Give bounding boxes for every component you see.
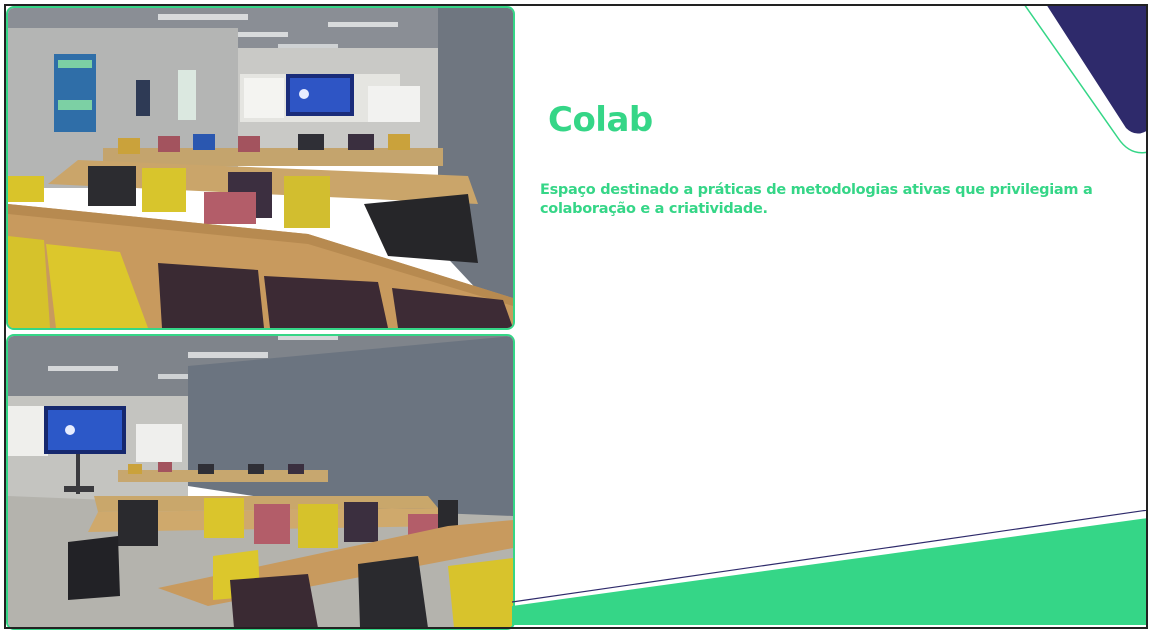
classroom-photo-bottom bbox=[6, 334, 515, 630]
bottom-decoration bbox=[511, 509, 1149, 629]
classroom-photo-top bbox=[6, 6, 515, 330]
slide-description: Espaço destinado a práticas de metodolog… bbox=[540, 182, 1093, 217]
slide: Colab Espaço destinado a práticas de met… bbox=[0, 0, 1152, 633]
slide-title: Colab bbox=[548, 100, 653, 140]
corner-decoration bbox=[1018, 3, 1149, 160]
